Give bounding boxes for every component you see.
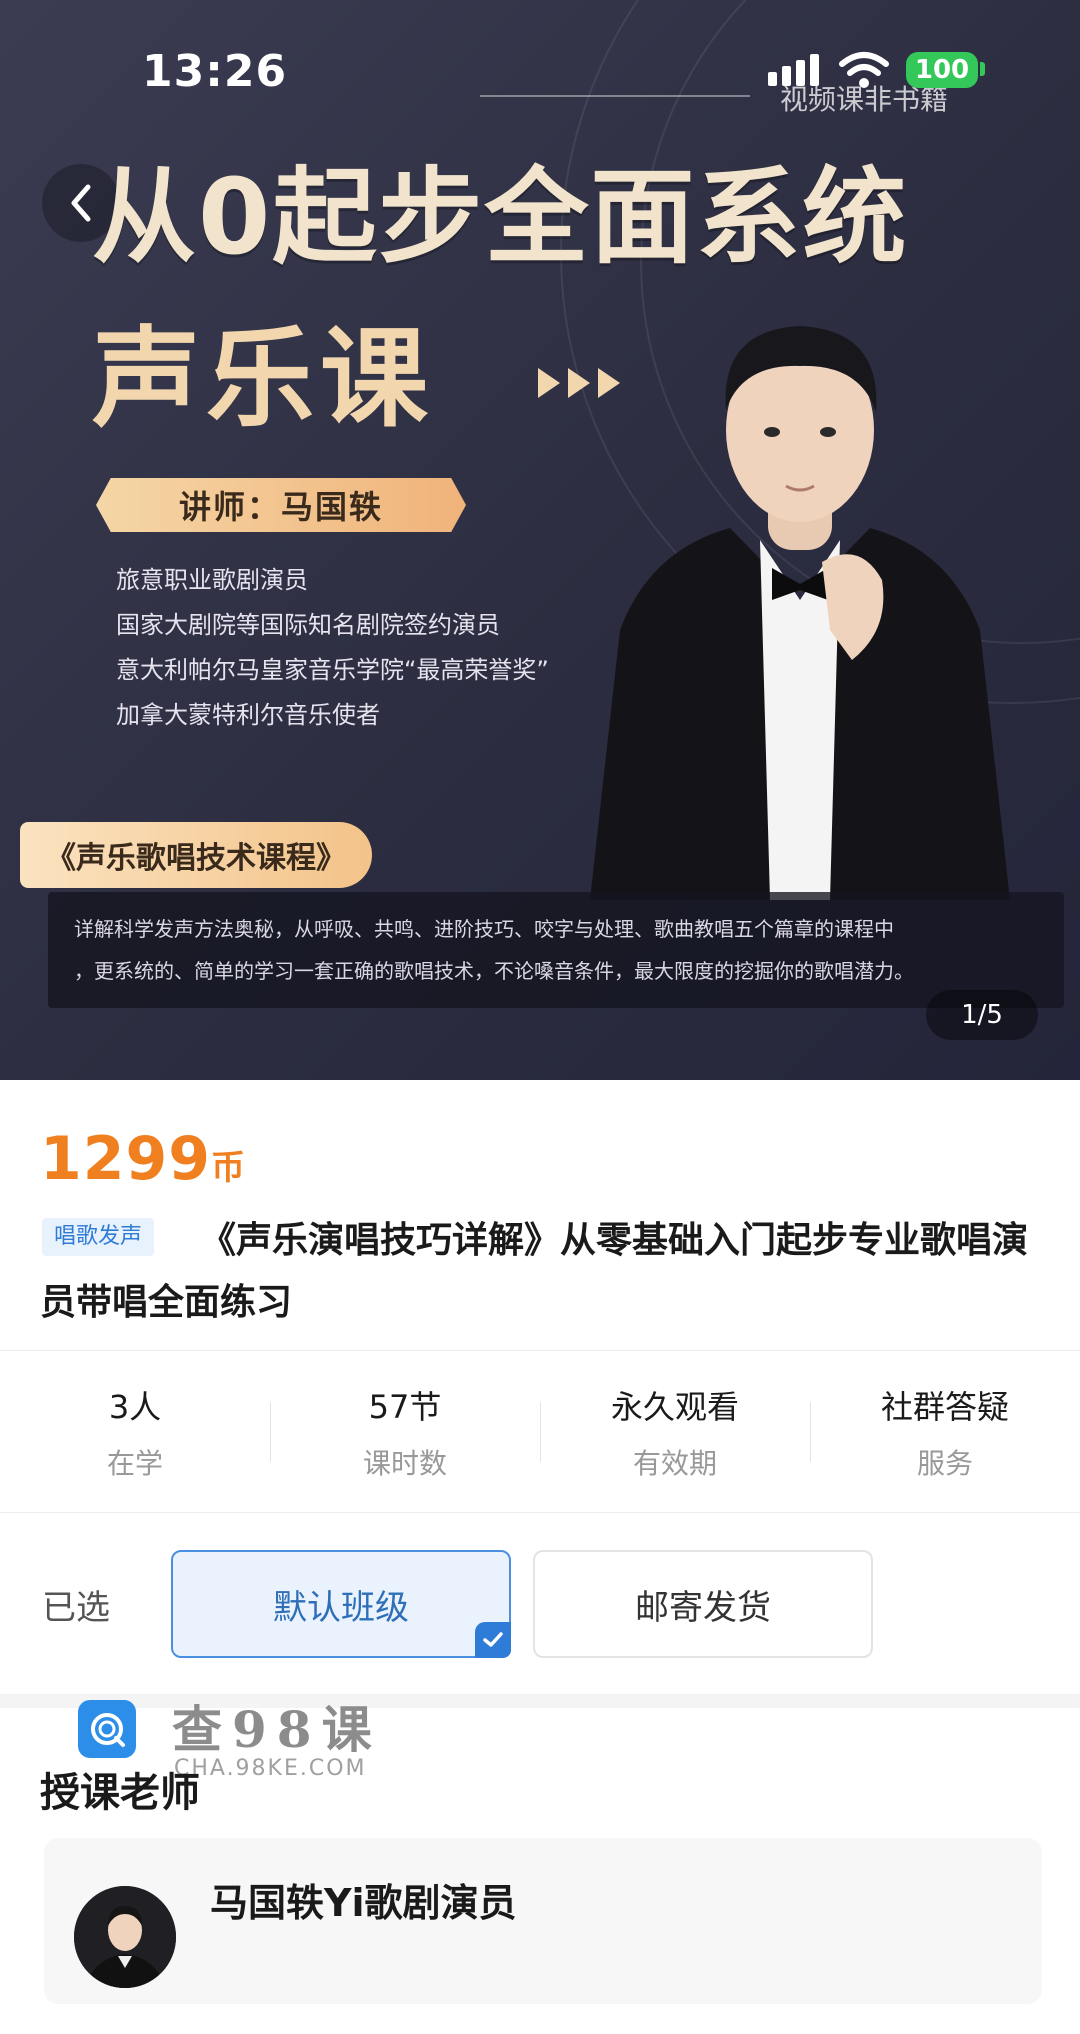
banner-headline: 从0起步全面系统 bbox=[92, 156, 909, 278]
teacher-name: 马国轶Yi歌剧演员 bbox=[210, 1881, 517, 1925]
price-unit: 币 bbox=[211, 1148, 245, 1188]
status-time: 13:26 bbox=[142, 46, 288, 97]
credential-line: 国家大剧院等国际知名剧院签约演员 bbox=[116, 611, 500, 639]
selected-label: 已选 bbox=[42, 1588, 110, 1628]
teacher-section-title: 授课老师 bbox=[40, 1770, 200, 1816]
wifi-icon bbox=[839, 52, 889, 88]
teacher-credentials: 旅意职业歌剧演员 国家大剧院等国际知名剧院签约演员 意大利帕尔马皇家音乐学院“最… bbox=[116, 558, 549, 738]
stat-label: 服务 bbox=[916, 1447, 973, 1480]
status-divider bbox=[480, 95, 750, 97]
avatar bbox=[74, 1886, 176, 1988]
stat-value: 57节 bbox=[368, 1388, 442, 1426]
watermark-url: CHA.98KE.COM bbox=[174, 1756, 367, 1781]
watermark-text: 查98课 bbox=[172, 1700, 382, 1759]
course-title: 《声乐演唱技巧详解》从零基础入门起步专业歌唱演员带唱全面练习 bbox=[40, 1220, 1029, 1323]
course-stats: 3人 在学 57节 课时数 永久观看 有效期 社群答疑 服务 bbox=[0, 1352, 1080, 1512]
stat-value: 3人 bbox=[108, 1388, 162, 1426]
description-line: 详解科学发声方法奥秘，从呼吸、共鸣、进阶技巧、咬字与处理、歌曲教唱五个篇章的课程… bbox=[74, 917, 894, 941]
option-mail-delivery[interactable]: 邮寄发货 bbox=[533, 1550, 873, 1658]
battery-indicator: 100 bbox=[906, 52, 978, 88]
stat-label: 有效期 bbox=[632, 1447, 717, 1480]
divider bbox=[0, 1512, 1080, 1513]
stat-label: 课时数 bbox=[362, 1447, 447, 1480]
credential-line: 旅意职业歌剧演员 bbox=[116, 566, 308, 594]
option-label: 邮寄发货 bbox=[635, 1587, 771, 1628]
class-selector: 已选 默认班级 邮寄发货 bbox=[0, 1514, 1080, 1694]
banner-teacher-tag: 讲师：马国轶 bbox=[96, 478, 466, 532]
option-label: 默认班级 bbox=[273, 1587, 409, 1628]
stat-validity: 永久观看 有效期 bbox=[540, 1352, 810, 1512]
cellular-signal-icon bbox=[768, 52, 819, 86]
watermark-logo-icon bbox=[78, 1700, 136, 1758]
price-value: 1299 bbox=[40, 1124, 211, 1194]
stat-service: 社群答疑 服务 bbox=[810, 1352, 1080, 1512]
price: 1299币 bbox=[40, 1124, 245, 1194]
battery-tip bbox=[980, 62, 985, 76]
banner-subheadline: 声乐课 bbox=[92, 317, 435, 442]
teacher-photo bbox=[590, 326, 1010, 900]
category-badge: 唱歌发声 bbox=[42, 1218, 155, 1256]
course-banner-carousel[interactable]: 13:26 视频课非书籍 100 从0起步全面系统 声乐课 讲师：马国轶 旅意职… bbox=[0, 0, 1080, 1080]
option-default-class[interactable]: 默认班级 bbox=[171, 1550, 511, 1658]
stat-lessons: 57节 课时数 bbox=[270, 1352, 540, 1512]
divider bbox=[0, 1350, 1080, 1351]
banner-description: 详解科学发声方法奥秘，从呼吸、共鸣、进阶技巧、咬字与处理、歌曲教唱五个篇章的课程… bbox=[48, 892, 1064, 1008]
check-icon bbox=[475, 1622, 511, 1658]
stat-students: 3人 在学 bbox=[0, 1352, 270, 1512]
teacher-card[interactable]: 马国轶Yi歌剧演员 bbox=[44, 1838, 1042, 2004]
credential-line: 加拿大蒙特利尔音乐使者 bbox=[116, 701, 380, 729]
stat-value: 永久观看 bbox=[610, 1388, 739, 1426]
stat-label: 在学 bbox=[106, 1447, 163, 1480]
carousel-page-indicator: 1/5 bbox=[926, 990, 1038, 1040]
credential-line: 意大利帕尔马皇家音乐学院“最高荣誉奖” bbox=[116, 656, 549, 684]
section-separator bbox=[0, 1694, 1080, 1708]
description-line: ，更系统的、简单的学习一套正确的歌唱技术，不论嗓音条件，最大限度的挖掘你的歌唱潜… bbox=[74, 959, 914, 983]
course-name-tag: 《声乐歌唱技术课程》 bbox=[20, 822, 372, 888]
stat-value: 社群答疑 bbox=[880, 1388, 1009, 1426]
